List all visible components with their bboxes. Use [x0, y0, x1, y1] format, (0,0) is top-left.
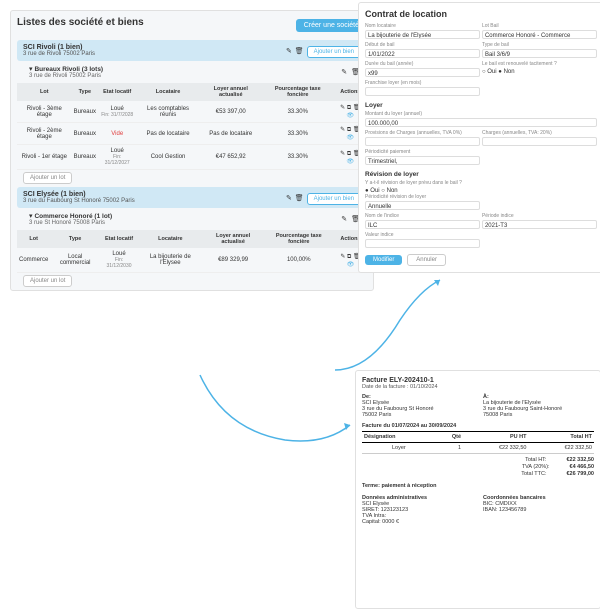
- table-row: Rivoli - 2ème étageBureauxVidePas de loc…: [17, 123, 367, 145]
- edit-icon[interactable]: ✎: [286, 195, 293, 202]
- table-row: CommerceLocal commercialLouéFin: 31/12/2…: [17, 248, 367, 273]
- add-lot-button[interactable]: Ajouter un lot: [23, 172, 72, 184]
- building-row-2[interactable]: ▾ Commerce Honoré (1 lot)3 rue St Honoré…: [23, 208, 367, 230]
- invoice-table: DésignationQtéPU HTTotal HT Loyer1€22 33…: [362, 431, 594, 454]
- add-property-button[interactable]: Ajouter un bien: [307, 46, 361, 58]
- edit-icon[interactable]: ✎: [341, 69, 348, 76]
- create-company-button[interactable]: Créer une société: [296, 19, 367, 32]
- delete-icon[interactable]: 🗑: [295, 48, 305, 55]
- modify-button[interactable]: Modifier: [365, 255, 402, 265]
- franchise-input[interactable]: [365, 87, 480, 96]
- duration-input[interactable]: x99: [365, 68, 480, 77]
- index-name-input[interactable]: ILC: [365, 220, 480, 229]
- view-icon[interactable]: 👁: [347, 262, 355, 268]
- invoice-panel: Facture ELY-202410-1 Date de la facture …: [355, 370, 600, 609]
- edit-icon[interactable]: ✎: [340, 254, 345, 260]
- tenant-input[interactable]: La bijouterie de l'Elysée: [365, 30, 480, 39]
- duplicate-icon[interactable]: ⧉: [347, 127, 351, 133]
- duplicate-icon[interactable]: ⧉: [347, 151, 351, 157]
- period-select[interactable]: Trimestriel,: [365, 156, 480, 165]
- building-row-1[interactable]: ▾ Bureaux Rivoli (3 lots)3 rue de Rivoli…: [23, 61, 367, 83]
- charges-input[interactable]: [482, 137, 597, 146]
- contract-form: Contrat de location Nom locataireLa bijo…: [358, 2, 600, 273]
- renew-radio[interactable]: ○ Oui ● Non: [482, 69, 515, 75]
- invoice-number: Facture ELY-202410-1: [362, 377, 594, 384]
- lots-table-2: LotTypeEtat locatifLocataireLoyer annuel…: [17, 230, 367, 273]
- edit-icon[interactable]: ✎: [340, 127, 345, 133]
- cancel-button[interactable]: Annuler: [407, 254, 446, 266]
- index-period-input[interactable]: 2021-T3: [482, 220, 597, 229]
- view-icon[interactable]: 👁: [347, 135, 355, 141]
- edit-icon[interactable]: ✎: [340, 105, 345, 111]
- table-row: Rivoli - 3ème étageBureauxLouéFin: 31/7/…: [17, 101, 367, 123]
- duplicate-icon[interactable]: ⧉: [347, 254, 351, 260]
- lot-select[interactable]: Commerce Honoré - Commerce: [482, 30, 597, 39]
- duplicate-icon[interactable]: ⧉: [347, 105, 351, 111]
- view-icon[interactable]: 👁: [347, 159, 355, 165]
- index-value-input[interactable]: [365, 239, 480, 248]
- start-date-input[interactable]: 1/01/2022: [365, 49, 480, 58]
- company-row-2[interactable]: SCI Elysée (1 bien)3 rue du Faubourg St …: [17, 187, 367, 208]
- delete-icon[interactable]: 🗑: [295, 195, 305, 202]
- edit-icon[interactable]: ✎: [286, 48, 293, 55]
- company-row-1[interactable]: SCI Rivoli (1 bien)3 rue de Rivoli 75002…: [17, 40, 367, 61]
- edit-icon[interactable]: ✎: [341, 216, 348, 223]
- page-title: Listes des société et biens: [17, 17, 144, 28]
- add-property-button[interactable]: Ajouter un bien: [307, 193, 361, 205]
- form-title: Contrat de location: [365, 9, 600, 19]
- lots-table-1: LotTypeEtat locatifLocataireLoyer annuel…: [17, 83, 367, 170]
- rev-period-select[interactable]: Annuelle: [365, 201, 480, 210]
- lease-type-select[interactable]: Bail 3/6/9: [482, 49, 597, 58]
- list-panel: Listes des société et biens Créer une so…: [10, 10, 374, 291]
- table-row: Rivoli - 1er étageBureauxLouéFin: 31/12/…: [17, 145, 367, 170]
- view-icon[interactable]: 👁: [347, 113, 355, 119]
- edit-icon[interactable]: ✎: [340, 151, 345, 157]
- add-lot-button[interactable]: Ajouter un lot: [23, 275, 72, 287]
- rent-input[interactable]: 100.000,00: [365, 118, 597, 127]
- provisions-input[interactable]: [365, 137, 480, 146]
- arrow-icon: [195, 370, 355, 470]
